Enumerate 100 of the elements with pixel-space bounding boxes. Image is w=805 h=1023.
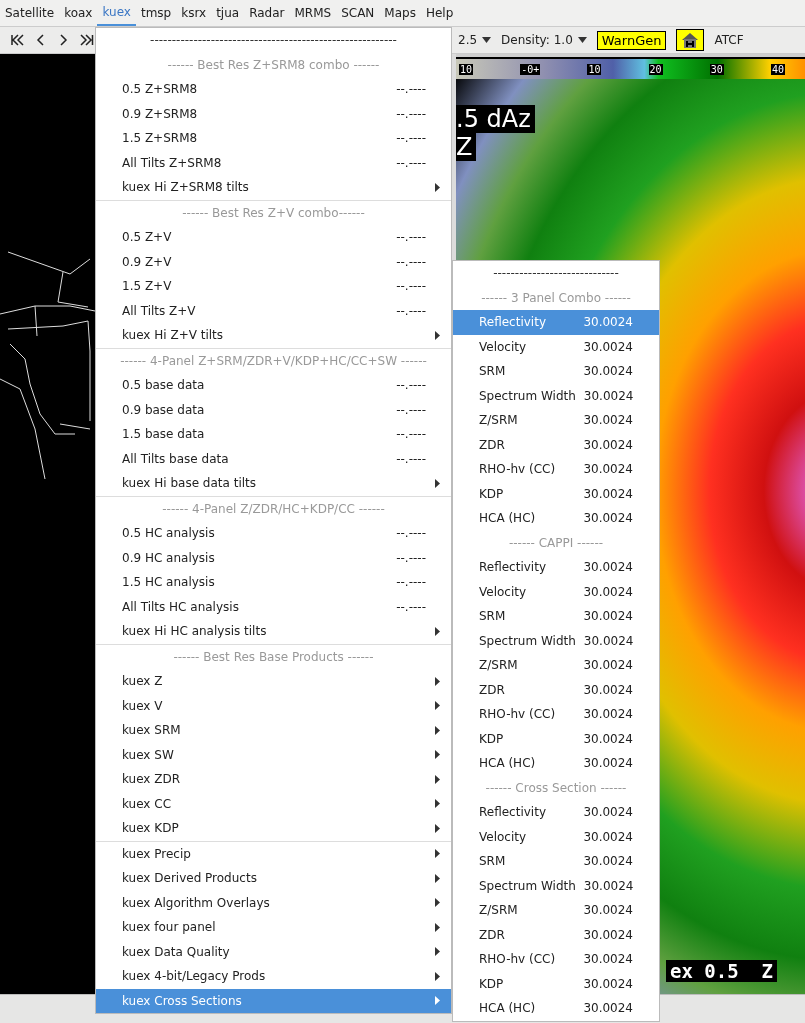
- submenu-arrow-icon: [435, 478, 440, 488]
- submenu-arrow-icon: [435, 922, 440, 932]
- menu-bar-item[interactable]: MRMS: [289, 0, 337, 26]
- menu-item[interactable]: HCA (HC) 30.0024: [453, 506, 659, 531]
- menu-item[interactable]: 0.5 Z+V --.----: [96, 225, 451, 250]
- submenu-item[interactable]: kuex SW: [96, 742, 451, 767]
- next-frame-icon[interactable]: [58, 34, 68, 46]
- menu-item[interactable]: 0.9 HC analysis --.----: [96, 545, 451, 570]
- menu-item[interactable]: Velocity 30.0024: [453, 824, 659, 849]
- menu-item[interactable]: Velocity 30.0024: [453, 334, 659, 359]
- menu-section-header: ------ 4-Panel Z+SRM/ZDR+V/KDP+HC/CC+SW ------: [119, 352, 428, 370]
- menu-item[interactable]: 1.5 HC analysis --.----: [96, 570, 451, 595]
- menu-item[interactable]: 0.5 HC analysis --.----: [96, 521, 451, 546]
- submenu-item[interactable]: kuex ZDR: [96, 767, 451, 792]
- menu-item[interactable]: Spectrum Width 30.0024: [453, 383, 659, 408]
- menu-item[interactable]: 0.9 base data --.----: [96, 397, 451, 422]
- density-dropdown[interactable]: Density: 1.0: [501, 33, 587, 47]
- menu-item[interactable]: RHO-hv (CC) 30.0024: [453, 702, 659, 727]
- product-label: ex 0.5 Z: [666, 960, 777, 982]
- menu-item[interactable]: 0.5 base data --.----: [96, 373, 451, 398]
- submenu-item[interactable]: kuex four panel: [96, 915, 451, 940]
- menu-section-header: ------ 4-Panel Z/ZDR/HC+KDP/CC ------: [161, 500, 386, 518]
- menu-bar-item[interactable]: tmsp: [135, 0, 177, 26]
- menu-item[interactable]: Z/SRM 30.0024: [453, 408, 659, 433]
- menu-item[interactable]: SRM 30.0024: [453, 359, 659, 384]
- menu-bar-item[interactable]: Radar: [244, 0, 290, 26]
- menu-item[interactable]: 0.9 Z+V --.----: [96, 249, 451, 274]
- previous-frame-icon[interactable]: [36, 34, 46, 46]
- menu-item[interactable]: All Tilts base data --.----: [96, 446, 451, 471]
- submenu-arrow-icon: [435, 182, 440, 192]
- scale-label: -0+: [520, 63, 541, 75]
- submenu-arrow-icon: [435, 947, 440, 957]
- submenu-arrow-icon: [435, 799, 440, 809]
- menu-item[interactable]: All Tilts HC analysis --.----: [96, 594, 451, 619]
- menu-item[interactable]: All Tilts Z+SRM8 --.----: [96, 150, 451, 175]
- menu-item[interactable]: Spectrum Width 30.0024: [453, 873, 659, 898]
- menu-section-header: ------ Best Res Z+SRM8 combo ------: [166, 56, 381, 74]
- submenu-item[interactable]: kuex Hi Z+SRM8 tilts: [96, 175, 451, 200]
- menu-item[interactable]: 1.5 Z+SRM8 --.----: [96, 126, 451, 151]
- submenu-arrow-icon: [435, 996, 440, 1006]
- menu-section-header: ------ Best Res Base Products ------: [172, 648, 375, 666]
- menu-item[interactable]: 1.5 base data --.----: [96, 422, 451, 447]
- menu-bar-item[interactable]: ksrx: [176, 0, 212, 26]
- menu-item[interactable]: KDP 30.0024: [453, 726, 659, 751]
- submenu-item[interactable]: kuex Hi base data tilts: [96, 471, 451, 496]
- caret-icon: [577, 37, 587, 43]
- submenu-item[interactable]: kuex 4-bit/Legacy Prods: [96, 964, 451, 989]
- magnification-dropdown[interactable]: 2.5: [458, 33, 492, 47]
- menu-item[interactable]: Z/SRM 30.0024: [453, 898, 659, 923]
- menu-item[interactable]: 0.5 Z+SRM8 --.----: [96, 77, 451, 102]
- menu-item[interactable]: ZDR 30.0024: [453, 922, 659, 947]
- submenu-item[interactable]: kuex Precip: [96, 841, 451, 866]
- menu-item[interactable]: HCA (HC) 30.0024: [453, 996, 659, 1021]
- menu-item[interactable]: All Tilts Z+V --.----: [96, 298, 451, 323]
- menu-item[interactable]: SRM 30.0024: [453, 849, 659, 874]
- scale-label: 20: [648, 63, 663, 75]
- menu-item[interactable]: Z/SRM 30.0024: [453, 653, 659, 678]
- submenu-arrow-icon: [435, 701, 440, 711]
- menu-item[interactable]: 1.5 Z+V --.----: [96, 274, 451, 299]
- submenu-item[interactable]: kuex SRM: [96, 718, 451, 743]
- menu-bar-item[interactable]: Satellite: [0, 0, 60, 26]
- submenu-item[interactable]: kuex Z: [96, 669, 451, 694]
- last-frame-icon[interactable]: [80, 34, 94, 46]
- menu-item[interactable]: Reflectivity 30.0024: [453, 800, 659, 825]
- menu-bar-item[interactable]: Maps: [379, 0, 421, 26]
- submenu-item[interactable]: kuex Hi HC analysis tilts: [96, 619, 451, 644]
- caret-icon: [482, 37, 492, 43]
- menu-item[interactable]: RHO-hv (CC) 30.0024: [453, 947, 659, 972]
- menu-item[interactable]: ZDR 30.0024: [453, 677, 659, 702]
- menu-item[interactable]: HCA (HC) 30.0024: [453, 751, 659, 776]
- product-label: .5 dAz: [456, 105, 535, 133]
- menu-item[interactable]: ZDR 30.0024: [453, 432, 659, 457]
- first-frame-icon[interactable]: [10, 34, 24, 46]
- submenu-item[interactable]: kuex Algorithm Overlays: [96, 890, 451, 915]
- menu-item[interactable]: Reflectivity 30.0024: [453, 555, 659, 580]
- menu-item[interactable]: RHO-hv (CC) 30.0024: [453, 457, 659, 482]
- submenu-item[interactable]: kuex V: [96, 693, 451, 718]
- menu-bar-item[interactable]: koax: [59, 0, 98, 26]
- menu-bar-item[interactable]: tjua: [211, 0, 245, 26]
- submenu-item[interactable]: kuex Derived Products: [96, 866, 451, 891]
- submenu-item[interactable]: kuex KDP: [96, 816, 451, 841]
- menu-item[interactable]: SRM 30.0024: [453, 604, 659, 629]
- submenu-arrow-icon: [435, 330, 440, 340]
- menu-bar-item[interactable]: SCAN: [336, 0, 380, 26]
- submenu-item[interactable]: kuex CC: [96, 791, 451, 816]
- menu-section-header: ------ 3 Panel Combo ------: [480, 289, 632, 307]
- warngen-button[interactable]: WarnGen: [596, 30, 667, 50]
- menu-item[interactable]: Spectrum Width 30.0024: [453, 628, 659, 653]
- submenu-item[interactable]: kuex Hi Z+V tilts: [96, 323, 451, 348]
- menu-item[interactable]: KDP 30.0024: [453, 971, 659, 996]
- submenu-arrow-icon: [435, 849, 440, 859]
- submenu-item[interactable]: kuex Data Quality: [96, 939, 451, 964]
- menu-item[interactable]: Velocity 30.0024: [453, 579, 659, 604]
- menu-bar-item[interactable]: Help: [420, 0, 459, 26]
- atcf-button[interactable]: ATCF: [714, 33, 744, 47]
- menu-separator-text: ---------------------------------------------------------: [149, 32, 398, 50]
- menu-item[interactable]: 0.9 Z+SRM8 --.----: [96, 101, 451, 126]
- house-icon[interactable]: [676, 29, 705, 51]
- submenu-arrow-icon: [435, 725, 440, 735]
- menu-item[interactable]: KDP 30.0024: [453, 481, 659, 506]
